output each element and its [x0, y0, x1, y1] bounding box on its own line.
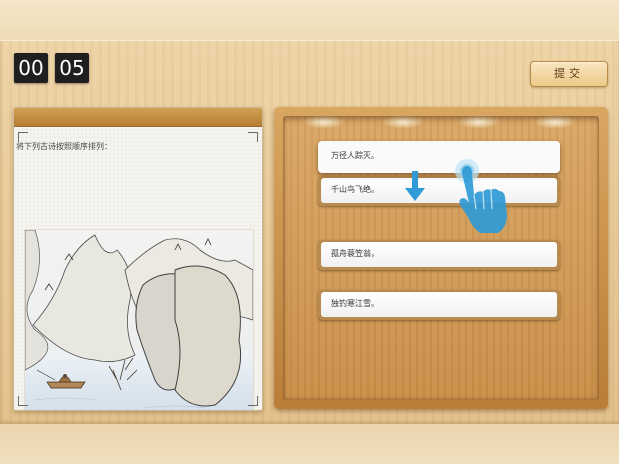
landscape-painting — [24, 229, 254, 410]
poem-line-card[interactable]: 千山鸟飞绝。 — [321, 178, 557, 203]
question-prompt: 将下列古诗按照顺序排列： — [16, 142, 112, 151]
poem-line-slot: 千山鸟飞绝。 — [318, 176, 560, 206]
poem-line-card[interactable]: 独钓寒江雪。 — [321, 292, 557, 317]
timer-seconds: 05 — [55, 53, 89, 83]
frame-corner-bottom-left — [18, 396, 28, 406]
frame-corner-bottom-right — [248, 396, 258, 406]
card-header — [14, 108, 262, 127]
bottom-band — [0, 424, 619, 464]
question-card — [13, 107, 263, 411]
frame-corner-top-right — [248, 132, 258, 142]
arrow-down-icon — [405, 171, 425, 201]
poem-line-slot: 孤舟蓑笠翁， — [318, 240, 560, 270]
poem-line-card[interactable]: 孤舟蓑笠翁， — [321, 242, 557, 267]
hand-pointer-icon — [455, 159, 507, 233]
countdown-timer: 00 05 — [14, 53, 89, 83]
poem-line-slot: 独钓寒江雪。 — [318, 290, 560, 320]
dragging-poem-line[interactable]: 万径人踪灭。 — [318, 141, 560, 173]
top-band — [0, 0, 619, 40]
card-paper — [14, 127, 262, 410]
timer-minutes: 00 — [14, 53, 48, 83]
submit-button[interactable]: 提交 — [530, 61, 608, 87]
